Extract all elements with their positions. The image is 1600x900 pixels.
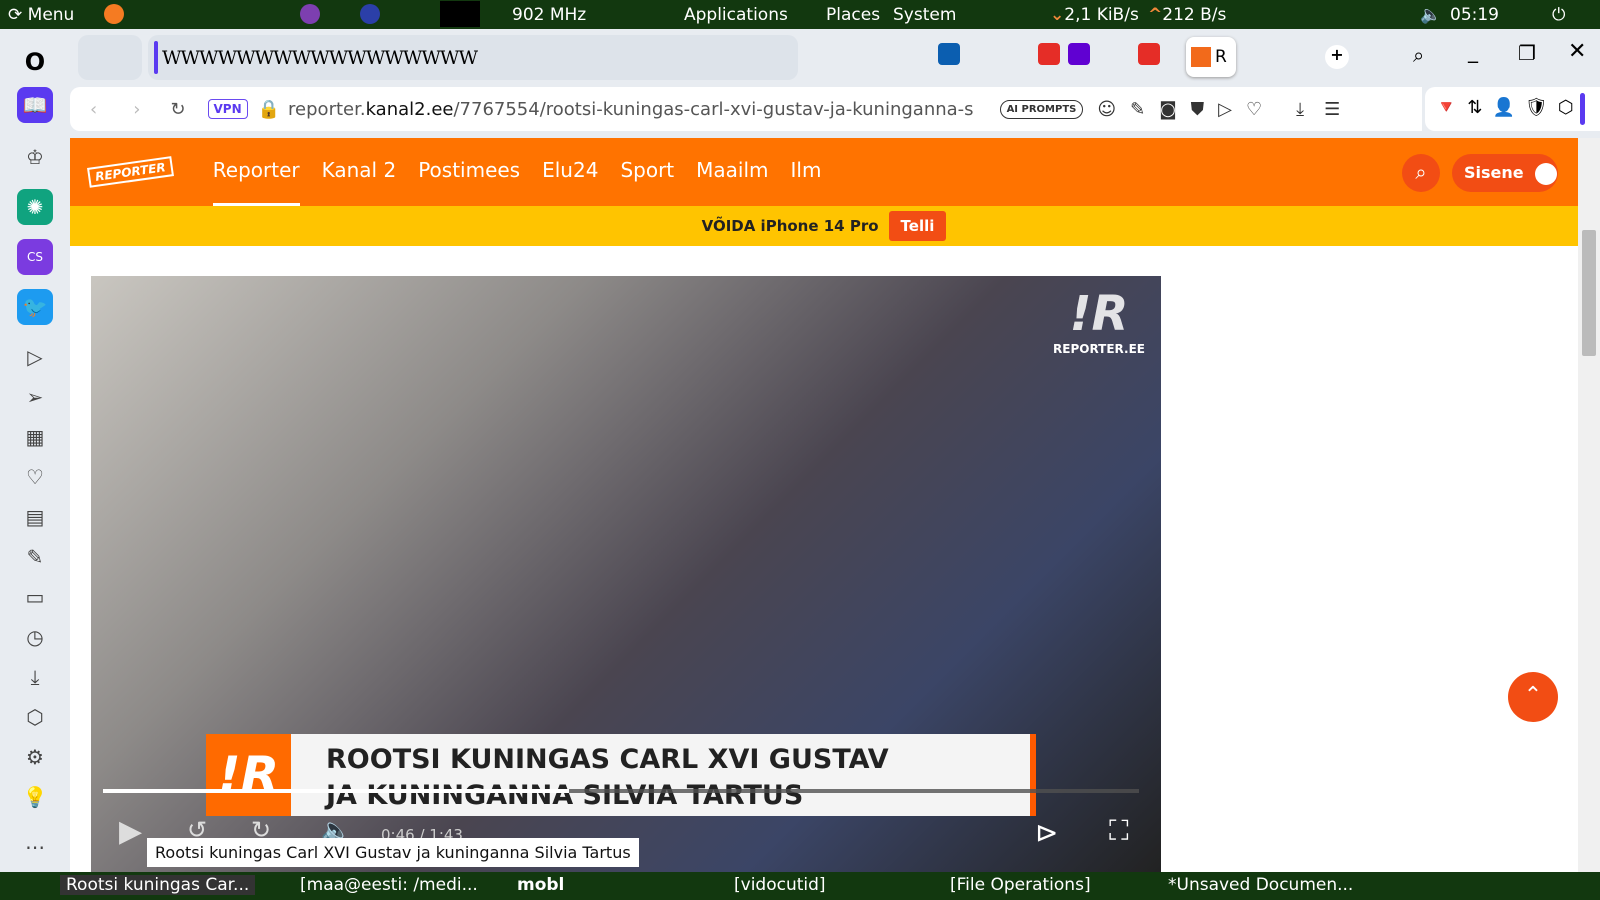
youtube-tab[interactable] — [1038, 43, 1060, 65]
new-tab-button[interactable]: + — [1325, 45, 1349, 69]
system-panel: ⟳ Menu 902 MHz Applications Places Syste… — [0, 0, 1600, 29]
subscribe-button[interactable]: Telli — [888, 211, 947, 241]
scrollbar[interactable] — [1578, 138, 1600, 872]
promo-banner: VÕIDA iPhone 14 Pro Telli — [70, 206, 1578, 246]
url-field[interactable]: reporter.kanal2.ee/7767554/rootsi-kuning… — [288, 99, 974, 120]
tor-icon[interactable] — [300, 4, 320, 29]
lock-icon[interactable]: 🔒 — [258, 99, 280, 120]
tab-group[interactable]: WWWWWWWWWWWWWWWWW — [148, 35, 798, 80]
taskbar: Rootsi kuningas Car... [maa@eesti: /medi… — [0, 872, 1600, 900]
reporter-logo[interactable]: REPORTER — [87, 156, 174, 188]
task-terminal[interactable]: [maa@eesti: /medi... — [300, 875, 478, 895]
more-icon[interactable]: ⋯ — [17, 829, 53, 865]
task-vidocutid[interactable]: [vidocutid] — [734, 875, 826, 895]
headline-lower-third: !R ROOTSI KUNINGAS CARL XVI GUSTAV JA KU… — [206, 734, 1036, 816]
search-button[interactable]: ⌕ — [1402, 154, 1440, 192]
power-icon[interactable]: ⏻ — [1552, 5, 1565, 25]
search-tabs-icon[interactable]: ⌕ — [1413, 43, 1424, 67]
download-settings-icons[interactable]: ⤓☰ — [1296, 99, 1360, 120]
news-icon[interactable]: ▤ — [17, 499, 53, 535]
applications-menu[interactable]: Applications — [684, 5, 788, 25]
edit-icon[interactable]: ✎ — [17, 539, 53, 575]
settings-icon[interactable]: ⚙ — [17, 739, 53, 775]
cube-icon[interactable]: ⬡ — [17, 699, 53, 735]
address-bar: ‹ › ↻ VPN 🔒 reporter.kanal2.ee/7767554/r… — [70, 87, 1422, 131]
cpu-graph — [440, 1, 480, 27]
address-actions[interactable]: ☺✎◙⛊▷♡ — [1097, 99, 1276, 120]
opera-icon[interactable] — [360, 4, 380, 29]
nav-maailm[interactable]: Maailm — [696, 138, 768, 206]
chatgpt-icon[interactable]: ✺ — [17, 189, 53, 225]
twitter-icon[interactable]: 🐦 — [17, 289, 53, 325]
reload-button[interactable]: ↻ — [170, 99, 185, 120]
net-up: ^212 B/s — [1148, 4, 1227, 25]
download-icon[interactable]: ⤓ — [17, 659, 53, 695]
menu-button[interactable]: ⟳ Menu — [8, 5, 74, 25]
vpn-badge[interactable]: VPN — [207, 99, 248, 119]
tab-group[interactable] — [78, 35, 142, 80]
cs-icon[interactable]: CS — [17, 239, 53, 275]
tab-favicon[interactable] — [938, 43, 960, 65]
close-button[interactable]: ✕ — [1568, 39, 1586, 64]
fullscreen-button[interactable]: ⛶ — [1109, 814, 1129, 848]
nav-sport[interactable]: Sport — [620, 138, 674, 206]
history-icon[interactable]: ◷ — [17, 619, 53, 655]
reporter-watermark: !R REPORTER.EE — [1053, 286, 1145, 356]
heart-icon[interactable]: ♡ — [17, 459, 53, 495]
crown-icon[interactable]: ♔ — [17, 139, 53, 175]
login-button[interactable]: Sisene — [1452, 154, 1558, 192]
extensions-bar: 🔻⇅👤🛡⬡ — [1425, 87, 1600, 131]
nav-elu24[interactable]: Elu24 — [542, 138, 598, 206]
yahoo-tab[interactable] — [1068, 43, 1090, 65]
send-icon[interactable]: ➢ — [17, 379, 53, 415]
scroll-top-button[interactable]: ⌃ — [1508, 672, 1558, 722]
volume-icon[interactable]: 🔈 — [1420, 5, 1441, 25]
ai-prompts-button[interactable]: AI PROMPTS — [999, 99, 1084, 119]
restore-button[interactable]: ❐ — [1518, 41, 1536, 65]
player-icon[interactable]: ▷ — [17, 339, 53, 375]
gmail-tab[interactable] — [1138, 43, 1160, 65]
clock: 05:19 — [1450, 4, 1499, 25]
nav-postimees[interactable]: Postimees — [418, 138, 520, 206]
tooltip: Rootsi kuningas Carl XVI Gustav ja kunin… — [147, 838, 639, 867]
video-player[interactable]: !R REPORTER.EE !R ROOTSI KUNINGAS CARL X… — [91, 276, 1161, 872]
promo-text: VÕIDA iPhone 14 Pro — [701, 217, 879, 235]
site-nav: REPORTER Reporter Kanal 2 Postimees Elu2… — [70, 138, 1578, 206]
nav-kanal2[interactable]: Kanal 2 — [322, 138, 397, 206]
web-page: REPORTER Reporter Kanal 2 Postimees Elu2… — [70, 138, 1578, 872]
minimize-button[interactable]: _ — [1468, 39, 1478, 63]
task-browser[interactable]: Rootsi kuningas Car... — [60, 875, 256, 895]
back-button[interactable]: ‹ — [90, 99, 97, 120]
play-button[interactable]: ▶ — [119, 814, 142, 849]
system-menu[interactable]: System — [893, 5, 956, 25]
apps-icon[interactable]: ▦ — [17, 419, 53, 455]
extension-icons[interactable]: 🔻⇅👤🛡⬡ — [1435, 97, 1583, 118]
tab-bar: WWWWWWWWWWWWWWWWW R + ⌕ _ ❐ ✕ — [68, 29, 1600, 86]
progress-bar[interactable] — [103, 789, 1139, 793]
firefox-icon[interactable] — [104, 4, 124, 29]
cpu-freq: 902 MHz — [512, 4, 587, 25]
net-down: ⌄2,1 KiB/s — [1050, 4, 1139, 25]
task-mobl[interactable]: mobl — [517, 875, 564, 895]
autoplay-button[interactable]: ⊳ — [1035, 816, 1058, 849]
task-file-operations[interactable]: [File Operations] — [950, 875, 1091, 895]
task-editor[interactable]: *Unsaved Documen... — [1168, 875, 1353, 895]
nav-ilm[interactable]: Ilm — [791, 138, 822, 206]
pinned-tabs[interactable]: WWWWWWWWWWWWWWWWW — [162, 47, 722, 69]
active-tab[interactable]: R — [1186, 37, 1236, 77]
forward-button[interactable]: › — [133, 99, 140, 120]
places-menu[interactable]: Places — [826, 5, 880, 25]
browser-sidebar: O 📖 ♔ ✺ CS 🐦 ▷ ➢ ▦ ♡ ▤ ✎ ▭ ◷ ⤓ ⬡ ⚙ 💡 ⋯ — [0, 29, 68, 872]
opera-logo-icon[interactable]: O — [17, 44, 53, 80]
tabs-icon[interactable]: ▭ — [17, 579, 53, 615]
reading-list-icon[interactable]: 📖 — [17, 87, 53, 123]
nav-reporter[interactable]: Reporter — [212, 138, 300, 206]
tips-icon[interactable]: 💡 — [17, 779, 53, 815]
